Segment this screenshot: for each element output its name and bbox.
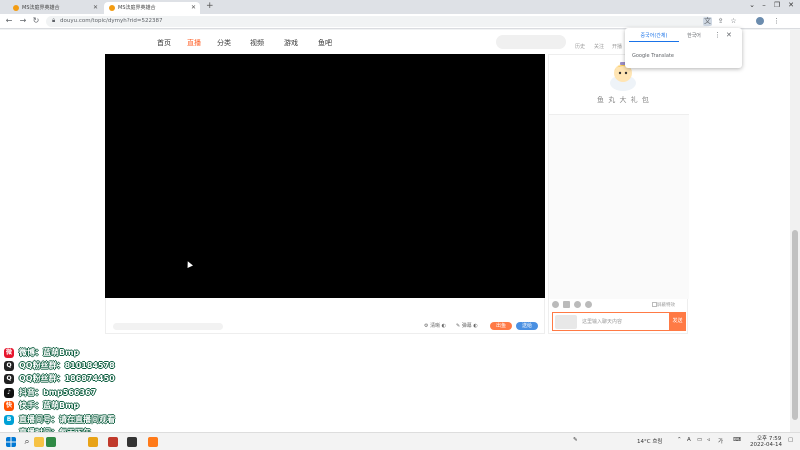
tab-title: MS法庭界英雄合 [118,5,156,11]
app-orange-icon[interactable] [148,437,158,447]
chevron-up-icon[interactable]: ⌃ [677,437,682,443]
app-g-icon[interactable] [108,437,118,447]
translate-icon[interactable]: 文 [703,17,712,26]
gift-button[interactable]: 送给 [516,322,538,330]
douyu-favicon-icon [109,5,115,11]
chat-message-list [549,115,689,299]
browser-toolbar: ← → ↻ 🔒︎ douyu.com/topic/dymyh?rid=52238… [0,14,800,29]
address-bar[interactable]: 🔒︎ douyu.com/topic/dymyh?rid=522387 [46,16,712,27]
player-control-bar: ⚙ 清晰 ◐ ✎ 弹幕 ◐ 出鱼 送给 [105,298,545,334]
start-stream-link[interactable]: 开播 [612,43,622,50]
chevron-down-icon[interactable]: ⌄ [746,1,758,9]
send-button[interactable]: 发送 [669,313,686,330]
overlay-text: 直播间号：请在直播间观看 [19,415,115,424]
obs-icon[interactable] [127,437,137,447]
overlay-text: 微博：蓝萌Bmp [19,348,80,357]
web-page: 首页 直播 分类 视频 游戏 鱼吧 历史 关注 开播 ⚙ 清晰 ◐ ✎ 弹幕 ◐… [0,30,790,432]
site-search-input[interactable] [496,35,566,49]
nav-home[interactable]: 首页 [157,38,171,48]
tab-close-icon[interactable]: ✕ [93,2,98,14]
danmu-send-input[interactable] [113,323,223,330]
page-scrollbar[interactable] [790,30,800,432]
network-icon[interactable]: ▭ [697,437,702,443]
reload-icon[interactable]: ↻ [31,16,41,25]
nav-games[interactable]: 游戏 [284,38,298,48]
nav-category[interactable]: 分类 [217,38,231,48]
emoji-icon[interactable] [552,301,559,308]
keyboard-icon[interactable]: ⌨ [733,437,741,443]
tab-title: MS法庭界英雄合 [22,5,60,11]
nav-fishbar[interactable]: 鱼吧 [318,38,332,48]
qq-icon: Q [4,374,14,384]
fan-badge-icon[interactable] [585,301,592,308]
promo-caption: 鱼 丸 大 礼 包 [597,96,650,104]
kuaishou-icon: 快 [4,401,14,411]
minimize-button[interactable]: – [758,1,770,9]
danmu-setting[interactable]: ✎ 弹幕 ◐ [456,322,478,329]
forward-arrow-icon[interactable]: → [18,16,28,25]
notification-icon[interactable]: ▢ [788,437,793,443]
scrollbar-thumb[interactable] [792,230,798,420]
ime-indicator[interactable]: 가 [718,437,723,445]
pen-icon[interactable]: ✎ [573,437,578,443]
more-options-icon[interactable]: ⋮ [714,31,721,39]
history-link[interactable]: 历史 [575,43,585,50]
douyin-icon: ♪ [4,388,14,398]
translate-popup: 중국어(간체) 한국어 ⋮ ✕ Google Translate [625,28,742,68]
folder-icon[interactable] [88,437,98,447]
windows-start-icon[interactable] [6,437,16,447]
follow-link[interactable]: 关注 [594,43,604,50]
quality-setting[interactable]: ⚙ 清晰 ◐ [424,322,446,329]
profile-avatar[interactable] [756,17,764,25]
clock-time[interactable]: 오후 7:59 [757,434,781,442]
mouse-cursor-icon [185,260,193,268]
close-icon[interactable]: ✕ [726,31,732,39]
browser-tab[interactable]: MS法庭界英雄合 ✕ [8,2,102,14]
bilibili-icon: B [4,415,14,425]
weibo-icon: 微 [4,348,14,358]
user-avatar [555,315,577,329]
overlay-text: QQ粉丝群：186874450 [19,374,115,383]
megaphone-icon[interactable] [574,301,581,308]
block-effects-label: 屏蔽特效 [657,303,675,308]
windows-taskbar: ⌕ ✎ 14°C 흐림 ⌃ A ▭ ◃ 가 ⌨ 오후 7:59 2022-04-… [0,432,800,450]
translate-source-tab[interactable]: 중국어(간체) [629,30,679,42]
chat-input-box: 这里输入聊天内容 发送 [552,312,686,331]
clock-date[interactable]: 2022-04-14 [750,442,782,448]
chat-panel: 鱼 丸 大 礼 包 屏蔽特效 这里输入聊天内容 发送 [548,54,689,334]
overlay-text: 抖音：bmp566367 [19,388,97,397]
cast-fish-button[interactable]: 出鱼 [490,322,512,330]
back-arrow-icon[interactable]: ← [4,16,14,25]
translate-target-tab[interactable]: 한국어 [679,30,709,42]
qq-icon: Q [4,361,14,371]
url-text[interactable]: douyu.com/topic/dymyh?rid=522387 [60,18,163,24]
maximize-button[interactable]: ❐ [771,1,783,9]
chat-toolbar: 屏蔽特效 [549,299,689,311]
more-menu-icon[interactable]: ⋮ [772,17,781,26]
gift-box-icon[interactable] [563,301,570,308]
close-window-button[interactable]: ✕ [785,1,797,9]
file-explorer-icon[interactable] [34,437,44,447]
weather-status[interactable]: 14°C 흐림 [637,437,662,445]
tab-close-icon[interactable]: ✕ [191,2,196,14]
browser-tab-strip: MS法庭界英雄合 ✕ MS法庭界英雄合 ✕ + ⌄ – ❐ ✕ [0,0,800,14]
chrome-icon[interactable] [46,437,56,447]
nav-video[interactable]: 视频 [250,38,264,48]
share-icon[interactable]: ⇪ [716,17,725,26]
bookmark-star-icon[interactable]: ☆ [729,17,738,26]
translate-brand-label: Google Translate [632,53,674,59]
video-player[interactable] [105,54,545,298]
browser-tab-active[interactable]: MS法庭界英雄合 ✕ [104,2,200,14]
nav-live[interactable]: 直播 [187,38,201,48]
overlay-text: QQ粉丝群：810184578 [19,361,115,370]
chat-input-field[interactable]: 这里输入聊天内容 [582,318,622,325]
language-indicator[interactable]: A [687,437,691,443]
volume-icon[interactable]: ◃ [707,437,710,443]
douyu-favicon-icon [13,5,19,11]
new-tab-button[interactable]: + [206,1,214,11]
search-icon[interactable]: ⌕ [22,437,32,447]
overlay-text: 快手：蓝萌Bmp [19,401,80,410]
lock-icon: 🔒︎ [52,17,56,24]
